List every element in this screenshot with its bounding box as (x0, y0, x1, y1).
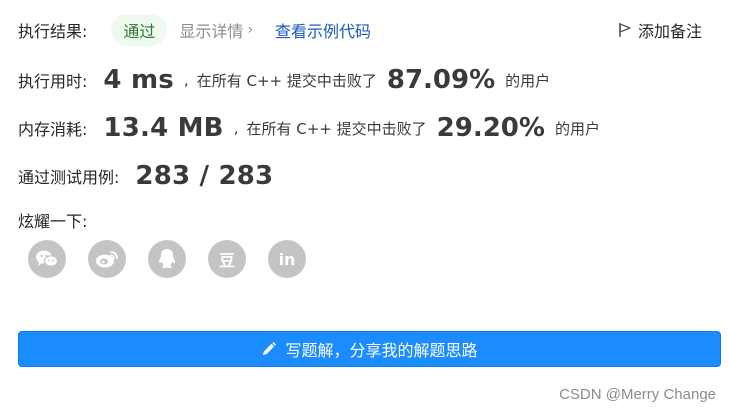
memory-value: 13.4 MB (103, 113, 224, 143)
chevron-right-icon: › (247, 22, 254, 38)
runtime-separator: , (183, 71, 189, 89)
memory-suffix: 的用户 (554, 119, 600, 138)
tests-row: 通过测试用例: 283 / 283 (18, 158, 273, 194)
runtime-text: 在所有 C++ 提交中击败了 (196, 71, 377, 90)
runtime-suffix: 的用户 (505, 71, 551, 90)
memory-text: 在所有 C++ 提交中击败了 (246, 119, 427, 138)
result-row: 执行结果: 通过 显示详情 › 查看示例代码 (18, 14, 371, 46)
status-badge: 通过 (111, 14, 168, 46)
linkedin-icon[interactable]: in (268, 240, 306, 278)
write-solution-label: 写题解，分享我的解题思路 (285, 341, 478, 360)
qq-icon[interactable] (148, 240, 186, 278)
share-label: 炫耀一下: (18, 212, 88, 231)
runtime-row: 执行用时: 4 ms , 在所有 C++ 提交中击败了 87.09% 的用户 (18, 62, 550, 98)
add-note-button[interactable]: 添加备注 (618, 14, 702, 46)
memory-percent: 29.20% (436, 113, 545, 143)
runtime-value: 4 ms (103, 65, 174, 95)
memory-row: 内存消耗: 13.4 MB , 在所有 C++ 提交中击败了 29.20% 的用… (18, 110, 600, 146)
submission-result-panel: 执行结果: 通过 显示详情 › 查看示例代码 添加备注 执行用时: 4 ms ,… (0, 0, 730, 416)
write-solution-button[interactable]: 写题解，分享我的解题思路 (18, 331, 721, 367)
memory-separator: , (233, 119, 239, 137)
douban-icon[interactable]: 豆 (208, 240, 246, 278)
watermark: CSDN @Merry Change (559, 386, 716, 403)
share-icons: 豆 in (28, 240, 328, 278)
runtime-percent: 87.09% (386, 65, 496, 95)
flag-icon (619, 23, 631, 37)
show-details-link[interactable]: 显示详情 › (179, 18, 253, 42)
runtime-label: 执行用时: (18, 72, 88, 91)
result-label: 执行结果: (18, 22, 88, 41)
pencil-icon (263, 342, 277, 355)
weibo-icon[interactable] (88, 240, 126, 278)
tests-value: 283 / 283 (135, 161, 274, 191)
memory-label: 内存消耗: (18, 120, 88, 139)
tests-label: 通过测试用例: (18, 168, 120, 187)
view-example-code-link[interactable]: 查看示例代码 (275, 18, 371, 42)
add-note-label: 添加备注 (637, 22, 702, 41)
show-details-label: 显示详情 (179, 22, 244, 41)
wechat-icon[interactable] (28, 240, 66, 278)
